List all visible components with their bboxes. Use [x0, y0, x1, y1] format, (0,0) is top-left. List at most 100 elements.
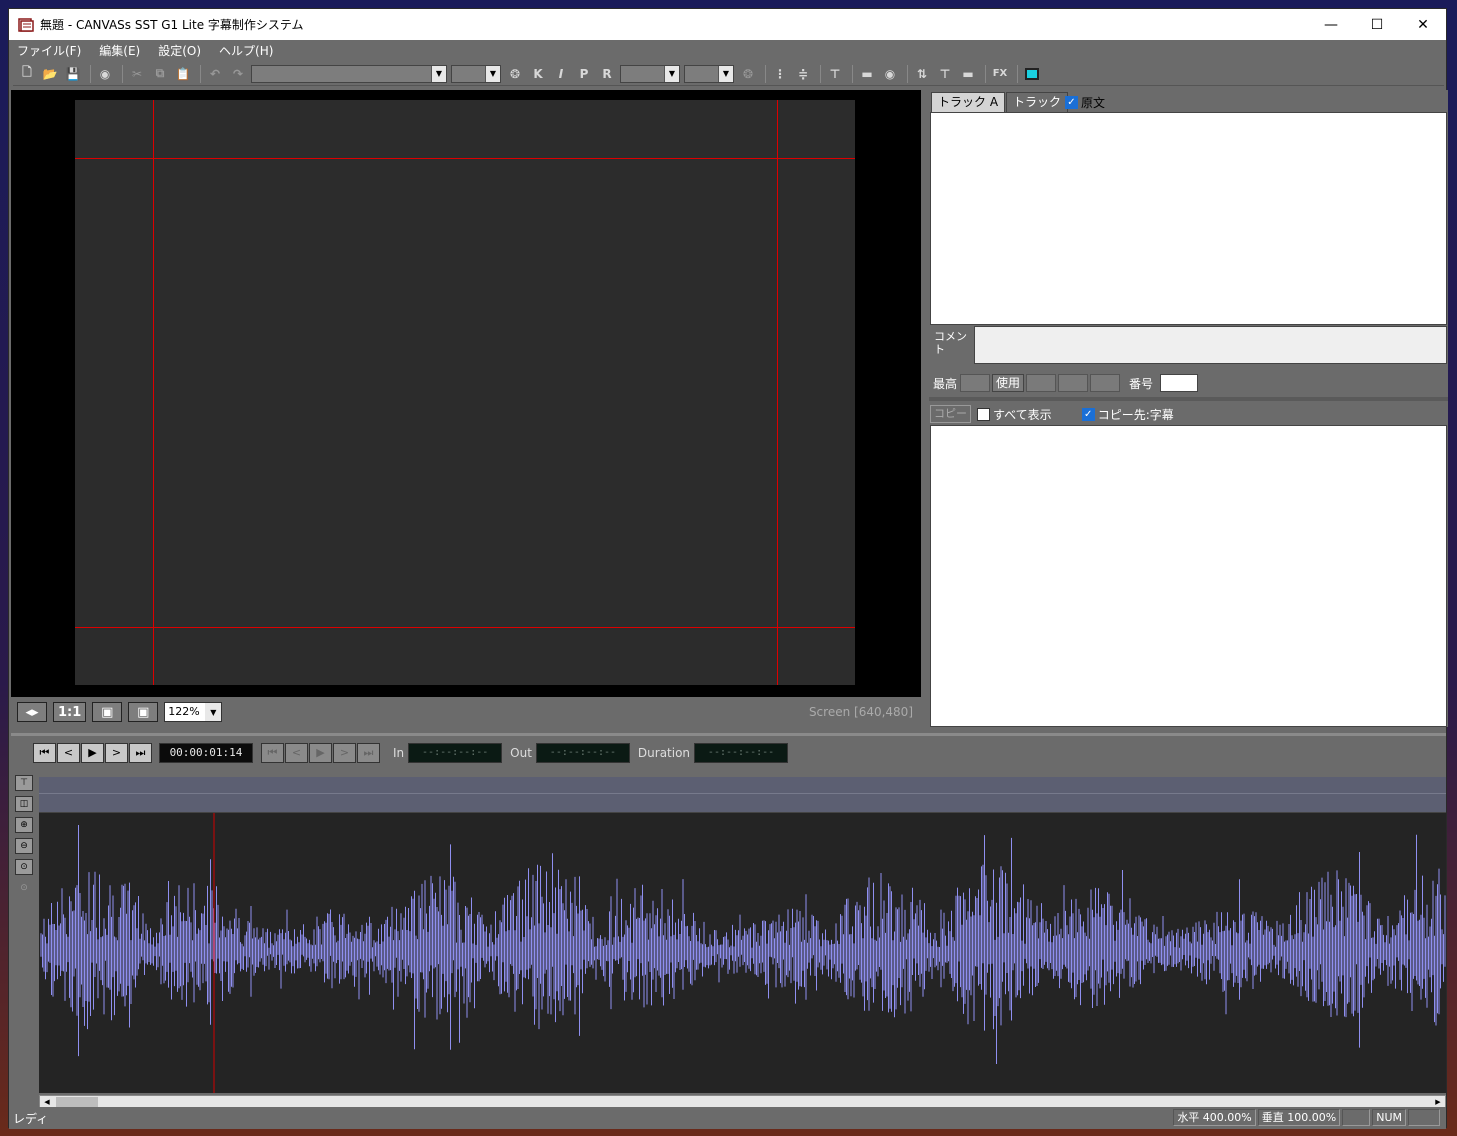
- screen-resolution-label: Screen [640,480]: [808, 705, 913, 719]
- toolbar-separator: [122, 64, 123, 83]
- r-button[interactable]: R: [597, 64, 617, 84]
- subtitle-list[interactable]: [930, 112, 1447, 325]
- zoom-value: 122%: [165, 703, 206, 721]
- use-button[interactable]: 使用: [992, 374, 1025, 392]
- fx-button[interactable]: FX: [990, 64, 1010, 84]
- screen-layout-icon[interactable]: ▣: [92, 702, 123, 722]
- open-folder-icon[interactable]: 📂: [40, 64, 60, 84]
- number-field[interactable]: [1160, 374, 1199, 392]
- bold-k-button[interactable]: K: [528, 64, 548, 84]
- scroll-thumb[interactable]: [56, 1097, 98, 1107]
- play-icon[interactable]: ▶: [81, 742, 104, 763]
- copy-destination-checkbox[interactable]: ✓ コピー先:字幕: [1081, 406, 1174, 423]
- step-back-icon[interactable]: <: [57, 742, 80, 763]
- find-icon[interactable]: ◉: [95, 64, 115, 84]
- italic-button[interactable]: I: [551, 64, 571, 84]
- vertical-text-icon[interactable]: ⋮: [770, 64, 790, 84]
- next-subtitle-icon[interactable]: >: [333, 742, 356, 763]
- maximize-button[interactable]: ☐: [1354, 9, 1400, 40]
- timeline-panel: ⊤ ◫ ⊕ ⊖ ⊙ ⊙ ◀ ▶: [11, 769, 1446, 1109]
- app-window: 無題 - CANVASs SST G1 Lite 字幕制作システム — ☐ ✕ …: [8, 8, 1448, 1129]
- video-preview[interactable]: [11, 90, 921, 697]
- chevron-down-icon: ▼: [486, 65, 500, 82]
- show-all-label: すべて表示: [993, 407, 1052, 422]
- tab-track-a[interactable]: トラック A: [931, 92, 1006, 112]
- zoom-in-icon[interactable]: ⊕: [15, 817, 33, 833]
- redo-icon[interactable]: ↷: [228, 64, 248, 84]
- menu-file[interactable]: ファイル(F): [17, 42, 81, 59]
- use-value-1: [1026, 374, 1057, 392]
- go-to-start-icon[interactable]: ⏮: [33, 742, 56, 763]
- actual-size-button[interactable]: 1:1: [53, 702, 87, 722]
- camera-icon[interactable]: ◉: [880, 64, 900, 84]
- cut-icon[interactable]: ✂: [127, 64, 147, 84]
- bar-icon[interactable]: ▬: [857, 64, 877, 84]
- original-text-checkbox[interactable]: ✓ 原文: [1065, 94, 1105, 111]
- current-timecode: 00:00:01:14: [159, 742, 253, 763]
- zoom-select[interactable]: 122% ▼: [164, 702, 223, 722]
- go-to-out-icon[interactable]: ⏭: [357, 742, 380, 763]
- status-bar: レディ 水平 400.00% 垂直 100.00% NUM: [9, 1107, 1446, 1129]
- fit-view-button[interactable]: ◂▸: [17, 702, 47, 722]
- box-icon[interactable]: ▬: [958, 64, 978, 84]
- line-position-icon[interactable]: ⊤: [825, 64, 845, 84]
- toolbar: 🗋 📂 💾 ◉ ✂ ⧉ 📋 ↶ ↷ ▼ ▼ ❂ K I P R ▼ ▼ ❂ ⋮ …: [13, 62, 1444, 86]
- align-icon[interactable]: ⇅: [912, 64, 932, 84]
- toolbar-separator: [90, 64, 91, 83]
- ruby-settings-icon[interactable]: ❂: [738, 64, 758, 84]
- zoom-fit-icon[interactable]: ⊙: [15, 859, 33, 875]
- format-icon[interactable]: ≑: [793, 64, 813, 84]
- audio-waveform[interactable]: [39, 813, 1446, 1093]
- font-size-select[interactable]: ▼: [451, 64, 501, 83]
- menu-edit[interactable]: 編集(E): [99, 42, 140, 59]
- chevron-down-icon: ▼: [432, 65, 446, 82]
- timeline-ruler[interactable]: [39, 777, 1446, 813]
- prev-subtitle-icon[interactable]: <: [285, 742, 308, 763]
- show-all-checkbox[interactable]: すべて表示: [977, 406, 1052, 423]
- chevron-down-icon: ▼: [719, 65, 733, 82]
- use-value-3: [1090, 374, 1121, 392]
- copy-button[interactable]: コピー: [930, 405, 971, 423]
- menu-settings[interactable]: 設定(O): [158, 42, 201, 59]
- style-select-1[interactable]: ▼: [620, 64, 680, 83]
- max-label: 最高: [933, 376, 958, 391]
- subtitle-canvas[interactable]: [75, 100, 855, 685]
- toolbar-separator: [200, 64, 201, 83]
- play-subtitle-icon[interactable]: ▶: [309, 742, 332, 763]
- status-empty-cell-2: [1408, 1109, 1440, 1126]
- source-text-list[interactable]: [930, 425, 1447, 727]
- monitor-icon[interactable]: [1022, 64, 1042, 84]
- zoom-out-icon[interactable]: ⊖: [15, 838, 33, 854]
- go-to-in-icon[interactable]: ⏮: [261, 742, 284, 763]
- menu-bar: ファイル(F) 編集(E) 設定(O) ヘルプ(H): [9, 40, 1446, 60]
- marker-icon[interactable]: ⊤: [15, 775, 33, 791]
- split-view-icon[interactable]: ◫: [15, 796, 33, 812]
- toolbar-separator: [820, 64, 821, 83]
- menu-help[interactable]: ヘルプ(H): [219, 42, 273, 59]
- step-forward-icon[interactable]: >: [105, 742, 128, 763]
- font-name-select[interactable]: ▼: [251, 64, 447, 83]
- ruby-icon[interactable]: ❂: [505, 64, 525, 84]
- p-button[interactable]: P: [574, 64, 594, 84]
- toolbar-separator: [765, 64, 766, 83]
- save-icon[interactable]: 💾: [63, 64, 83, 84]
- tab-track-b[interactable]: トラック: [1006, 92, 1069, 112]
- toolbar-separator: [1017, 64, 1018, 83]
- copy-icon[interactable]: ⧉: [150, 64, 170, 84]
- app-logo-icon: [18, 17, 34, 32]
- position-icon[interactable]: ⊤: [935, 64, 955, 84]
- chevron-down-icon: ▼: [665, 65, 679, 82]
- safe-area-guide-right: [777, 100, 778, 685]
- paste-icon[interactable]: 📋: [173, 64, 193, 84]
- new-file-icon[interactable]: 🗋: [17, 64, 37, 84]
- character-count-row: 最高 使用 番号: [930, 372, 1447, 394]
- style-select-2[interactable]: ▼: [684, 64, 734, 83]
- comment-field[interactable]: [974, 326, 1447, 364]
- out-label: Out: [510, 745, 532, 760]
- zoom-reset-icon[interactable]: ⊙: [15, 880, 33, 896]
- go-to-end-icon[interactable]: ⏭: [129, 742, 152, 763]
- close-button[interactable]: ✕: [1400, 9, 1446, 40]
- screen-layout-alt-icon[interactable]: ▣: [128, 702, 159, 722]
- minimize-button[interactable]: —: [1308, 9, 1354, 40]
- undo-icon[interactable]: ↶: [205, 64, 225, 84]
